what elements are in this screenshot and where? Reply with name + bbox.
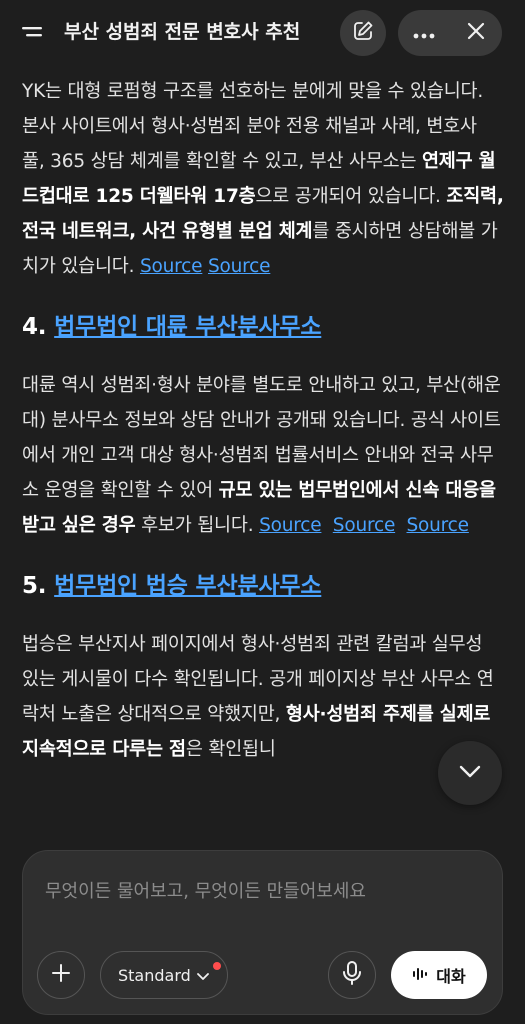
more-button[interactable] [398, 10, 450, 56]
source-link[interactable]: Source [140, 256, 203, 277]
microphone-icon [343, 961, 361, 989]
source-link[interactable]: Source [333, 515, 396, 536]
section-heading-4: 4. 법무법인 대륜 부산분사무소 [22, 314, 322, 340]
firm-link-daeryun[interactable]: 법무법인 대륜 부산분사무소 [54, 314, 321, 340]
header-actions [398, 10, 502, 56]
attach-button[interactable] [37, 951, 85, 999]
plus-icon [51, 963, 71, 987]
model-selector[interactable]: Standard [100, 951, 228, 999]
menu-icon[interactable] [22, 22, 46, 42]
chevron-down-icon [196, 966, 209, 985]
paragraph-yk: YK는 대형 로펌형 구조를 선호하는 분에게 맞을 수 있습니다. 본사 사이… [22, 81, 504, 277]
paragraph-daeryun: 대륜 역시 성범죄·형사 분야를 별도로 안내하고 있고, 부산(해운대) 분사… [22, 375, 501, 536]
source-link[interactable]: Source [407, 515, 470, 536]
close-button[interactable] [450, 10, 502, 56]
more-icon [413, 24, 435, 43]
edit-icon [352, 20, 374, 46]
conversation-title[interactable]: 부산 성범죄 전문 변호사 추천 [64, 18, 326, 46]
source-link[interactable]: Source [259, 515, 322, 536]
chevron-down-icon [459, 764, 481, 783]
firm-link-beopseung[interactable]: 법무법인 법승 부산분사무소 [54, 573, 321, 599]
new-chat-button[interactable] [340, 10, 386, 56]
voice-chat-button[interactable]: 대화 [391, 951, 487, 999]
message-composer: 무엇이든 물어보고, 무엇이든 만들어보세요 Standard 대화 [22, 850, 503, 1015]
paragraph-beopseung: 법승은 부산지사 페이지에서 형사·성범죄 관련 칼럼과 실무성 있는 게시물이… [22, 634, 494, 760]
source-link[interactable]: Source [208, 256, 271, 277]
notification-dot [213, 962, 221, 970]
section-heading-5: 5. 법무법인 법승 부산분사무소 [22, 573, 322, 599]
close-icon [467, 22, 485, 44]
audio-waveform-icon [412, 966, 428, 985]
message-input[interactable]: 무엇이든 물어보고, 무엇이든 만들어보세요 [45, 877, 366, 903]
assistant-response: YK는 대형 로펌형 구조를 선호하는 분에게 맞을 수 있습니다. 본사 사이… [22, 74, 504, 767]
scroll-to-bottom-button[interactable] [438, 741, 502, 805]
top-bar: 부산 성범죄 전문 변호사 추천 [0, 0, 525, 64]
voice-input-button[interactable] [328, 951, 376, 999]
